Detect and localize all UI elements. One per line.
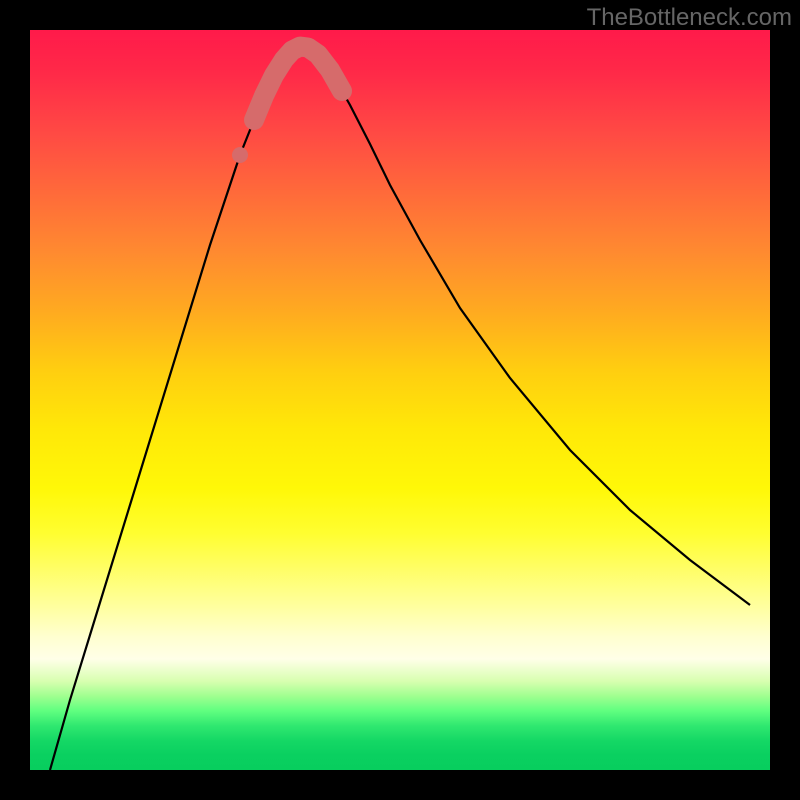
marker-cluster [254,47,342,120]
watermark-text: TheBottleneck.com [587,4,792,32]
marker-layer [30,30,770,770]
marker-dot [232,147,248,163]
